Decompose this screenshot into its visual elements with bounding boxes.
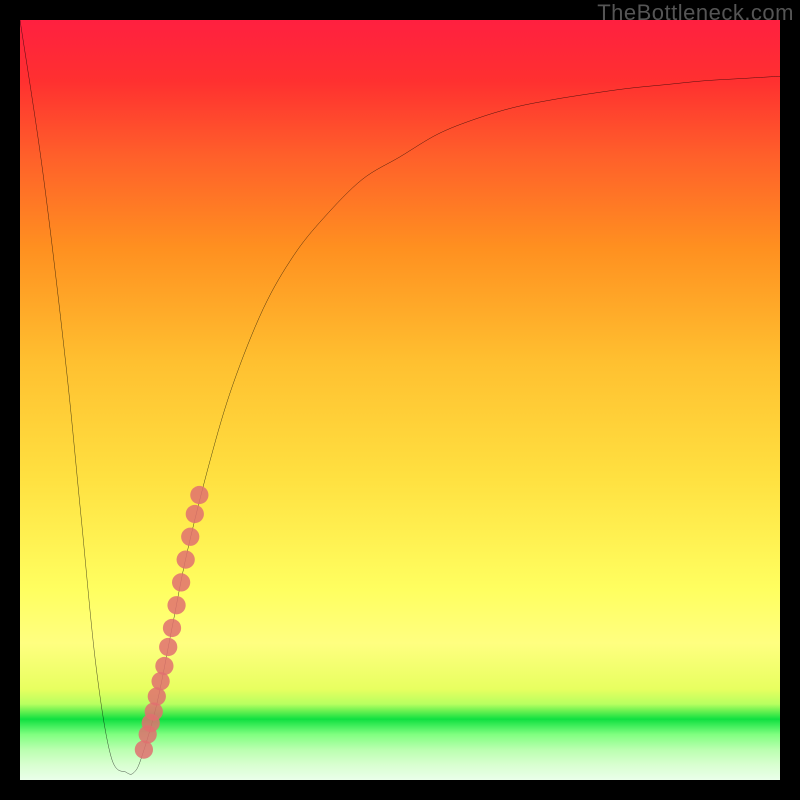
highlight-dot [177,550,195,568]
highlight-dot [167,596,185,614]
watermark-text: TheBottleneck.com [597,0,794,26]
highlight-dot [181,528,199,546]
highlight-dot [155,657,173,675]
highlight-dot [135,740,153,758]
curve-layer [20,20,780,780]
highlight-dot [190,486,208,504]
highlight-dot [163,619,181,637]
highlight-dots-group [135,486,209,759]
highlight-dot [145,702,163,720]
bottleneck-curve [20,20,780,774]
highlight-dot [172,573,190,591]
highlight-dot [148,687,166,705]
outer-frame: TheBottleneck.com [0,0,800,800]
highlight-dot [151,672,169,690]
highlight-dot [186,505,204,523]
plot-area [20,20,780,780]
highlight-dot [159,638,177,656]
